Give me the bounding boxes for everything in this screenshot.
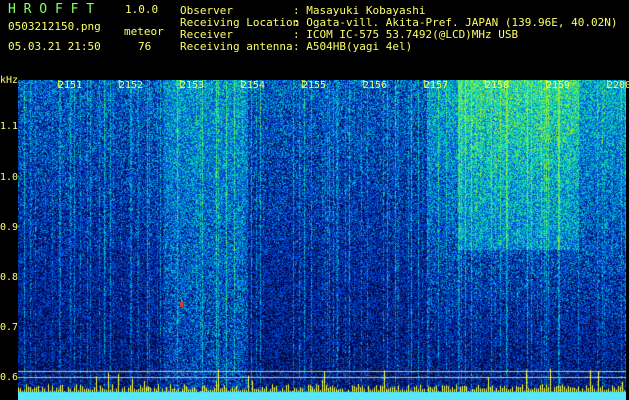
x-tick-label: 2159 [546,80,571,91]
antenna-label: Receiving antenna [180,40,293,53]
x-tick-label: 2155 [302,80,327,91]
y-tick-label: 0.6 [0,372,19,383]
file-name: 0503212150.png [8,20,101,33]
observation-datetime: 05.03.21 21:50 [8,40,101,53]
app-version: 1.0.0 [125,3,159,16]
echo-count: 76 [138,40,152,53]
y-tick-label: 1.1 [0,121,19,132]
x-tick-label: 2156 [363,80,388,91]
spectrogram [18,80,626,400]
app-brand: H R O F F T [8,2,95,17]
x-tick-label: 2157 [424,80,449,91]
x-tick-label: 2151 [58,80,83,91]
y-axis-unit: kHz [0,75,19,86]
y-tick-label: 1.0 [0,172,19,183]
type-label: meteor [124,25,164,38]
x-tick-label: 2154 [241,80,266,91]
y-tick-label: 0.7 [0,322,19,333]
x-tick-label: 2158 [485,80,510,91]
location-label: Receiving Location [180,16,300,29]
antenna-value: : A504HB(yagi 4el) [293,40,413,53]
hrofft-screen: H R O F F T 1.0.0 0503212150.png meteor … [0,0,629,400]
observer-label: Observer [180,4,233,17]
receiver-value: : ICOM IC-575 53.7492(@LCD)MHz USB [293,28,519,41]
y-tick-label: 0.8 [0,272,19,283]
y-tick-label: 0.9 [0,222,19,233]
x-tick-label: 2152 [119,80,144,91]
x-tick-label: 2153 [180,80,205,91]
receiver-label: Receiver [180,28,233,41]
x-tick-label: 2200 [607,80,629,91]
observer-value: : Masayuki Kobayashi [293,4,426,17]
location-value: : Ogata-vill. Akita-Pref. JAPAN (139.96E… [293,16,618,29]
